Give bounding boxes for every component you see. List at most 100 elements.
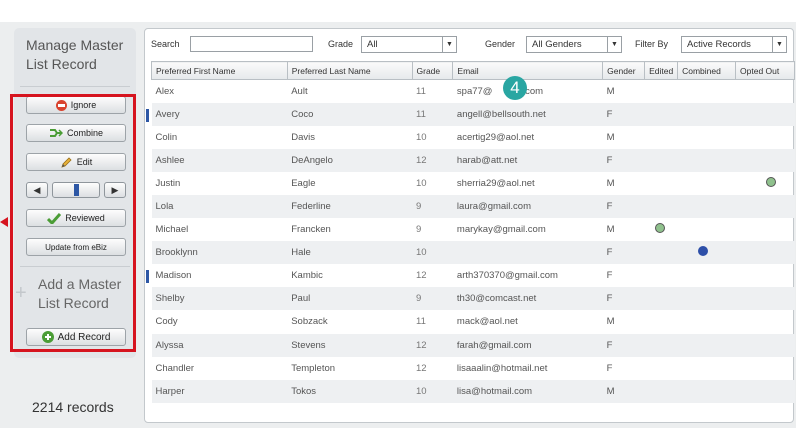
search-input[interactable]: [190, 36, 313, 52]
filter-bar: Search Grade All ▼ Gender All Genders ▼ …: [145, 29, 793, 59]
cell-gender: F: [602, 333, 645, 357]
cell-first: Lola: [151, 194, 288, 219]
table-row[interactable]: Shelby Paul 9 th30@comcast.net F: [151, 287, 795, 311]
cell-opted: [736, 80, 795, 103]
reviewed-button[interactable]: Reviewed: [26, 209, 126, 227]
record-navigator: ◀ ▶: [26, 182, 126, 198]
update-from-ebiz-button[interactable]: Update from eBiz: [26, 238, 126, 256]
cell-email: harab@att.net: [452, 148, 603, 172]
cell-edited: [644, 194, 678, 219]
column-header[interactable]: Gender: [602, 61, 646, 80]
cell-combined: [678, 172, 736, 195]
cell-gender: M: [606, 85, 615, 97]
record-position-indicator[interactable]: [52, 182, 100, 198]
column-header[interactable]: Email: [452, 61, 604, 80]
table-row[interactable]: Harper Tokos 10 lisa@hotmail.com M: [151, 379, 795, 403]
cell-grade: 10: [412, 379, 453, 403]
cell-combined: [678, 310, 736, 333]
grade-select[interactable]: All ▼: [361, 36, 457, 53]
cell-opted: [735, 194, 795, 219]
cell-first: Madison: [145, 264, 288, 287]
reviewed-button-label: Reviewed: [65, 213, 105, 223]
cell-combined: [678, 126, 736, 149]
cell-last: Tokos: [287, 379, 412, 403]
cell-combined: [677, 102, 736, 126]
filter-by-select[interactable]: Active Records ▼: [681, 36, 787, 53]
cell-combined: [677, 194, 736, 219]
cell-opted: [736, 172, 795, 195]
column-header[interactable]: Opted Out: [735, 61, 795, 80]
cell-first: Cody: [155, 316, 178, 328]
combine-button-label: Combine: [66, 128, 104, 138]
column-header[interactable]: Preferred First Name: [151, 61, 288, 80]
column-header[interactable]: Preferred Last Name: [286, 61, 413, 80]
column-header[interactable]: Grade: [411, 61, 454, 80]
cell-edited: [645, 264, 678, 287]
cell-edited: [645, 357, 678, 380]
table-row[interactable]: Alex Ault 11 spa77@ .com M: [152, 80, 795, 103]
cell-edited: [644, 102, 678, 126]
search-label: Search: [151, 39, 180, 49]
cell-last: Eagle: [291, 177, 316, 189]
cell-email: lisaaalin@hotmail.net: [456, 362, 548, 374]
edited-indicator-icon: [654, 223, 665, 234]
chevron-down-icon: ▼: [442, 37, 456, 52]
highlight-arrow-icon: [0, 217, 8, 227]
table-row[interactable]: Brooklynn Hale 10 F: [151, 241, 795, 265]
table-row[interactable]: Lola Federline 9 laura@gmail.com F: [151, 194, 795, 219]
column-header[interactable]: Edited: [644, 61, 679, 80]
table-row[interactable]: Colin Davis 10 acertig29@aol.net M: [152, 126, 795, 149]
cell-last: DeAngelo: [287, 148, 412, 172]
cell-first: Michael: [155, 224, 189, 236]
table-row[interactable]: Madison Kambic 12 arth370370@gmail.com F: [145, 264, 795, 287]
cell-last: Davis: [291, 131, 315, 143]
next-record-button[interactable]: ▶: [104, 182, 126, 198]
table-row[interactable]: Chandler Templeton 12 lisaaalin@hotmail.net…: [152, 357, 795, 380]
selection-marker-icon: [145, 270, 149, 284]
add-record-button[interactable]: Add Record: [26, 328, 126, 346]
cell-gender: M: [606, 316, 615, 328]
cell-gender: F: [602, 287, 645, 311]
cell-email: lisa@hotmail.com: [452, 379, 603, 403]
cell-last: Federline: [287, 194, 412, 219]
cell-combined: [677, 241, 736, 265]
triangle-right-icon: ▶: [111, 184, 119, 195]
cell-opted: [736, 357, 795, 380]
cell-edited: [644, 287, 678, 311]
opted-indicator-icon: [765, 176, 776, 187]
table-row[interactable]: Justin Eagle 10 sherria29@aol.net M: [152, 172, 795, 195]
cell-first: Brooklynn: [151, 241, 288, 265]
cell-email: th30@comcast.net: [452, 287, 603, 311]
cell-gender: M: [606, 177, 615, 189]
cell-email: sherria29@aol.net: [456, 177, 535, 189]
combine-button[interactable]: Combine: [26, 124, 126, 142]
grade-select-value: All: [367, 39, 378, 50]
cell-email: marykay@gmail.com: [456, 224, 546, 236]
cell-edited: [644, 148, 678, 172]
column-header[interactable]: Combined: [677, 61, 737, 80]
minus-circle-icon: [55, 99, 67, 111]
cell-grade: 10: [416, 131, 427, 143]
table-row[interactable]: Ashlee DeAngelo 12 harab@att.net F: [151, 148, 795, 172]
table-row[interactable]: Michael Francken 9 marykay@gmail.com M: [152, 218, 795, 241]
cell-email: angell@bellsouth.net: [452, 102, 603, 126]
cell-edited: [645, 172, 678, 195]
table-row[interactable]: Cody Sobzack 11 mack@aol.net M: [152, 310, 795, 333]
cell-combined: [678, 264, 736, 287]
ignore-button[interactable]: Ignore: [26, 96, 126, 114]
gender-select[interactable]: All Genders ▼: [526, 36, 622, 53]
edit-button[interactable]: Edit: [26, 153, 126, 171]
table-row[interactable]: Avery Coco 11 angell@bellsouth.net F: [145, 102, 795, 126]
cell-opted: [736, 264, 795, 287]
plus-circle-icon: [41, 331, 54, 343]
cell-edited: [644, 379, 678, 403]
cell-last: Templeton: [291, 362, 336, 374]
cell-last: Francken: [291, 224, 331, 236]
cell-email: [452, 241, 603, 265]
table-row[interactable]: Alyssa Stevens 12 farah@gmail.com F: [151, 333, 795, 357]
cell-opted: [735, 102, 795, 126]
previous-record-button[interactable]: ◀: [26, 182, 48, 198]
cell-gender: F: [602, 102, 645, 126]
cell-grade: 10: [412, 241, 453, 265]
table-header-row: Preferred First Name Preferred Last Name…: [151, 61, 795, 80]
